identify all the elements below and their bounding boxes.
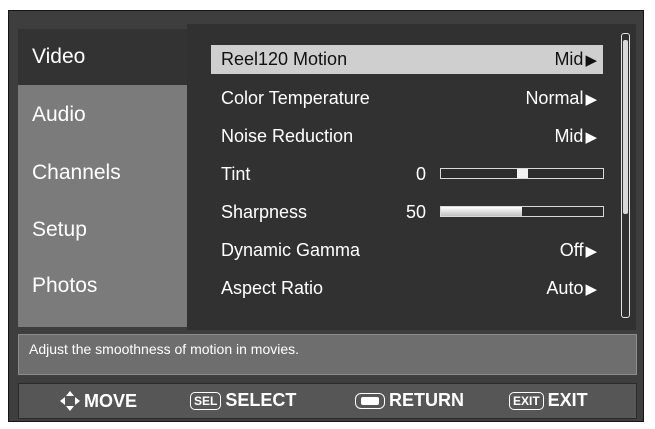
sel-key-icon: SEL <box>190 391 222 410</box>
dpad-icon <box>60 391 80 411</box>
setting-value: Mid ▶ <box>554 49 597 69</box>
sidebar-item-label: Setup <box>32 218 87 241</box>
move-hint: MOVE <box>59 390 137 412</box>
setting-noise-reduction[interactable]: Noise Reduction Mid ▶ <box>211 122 603 151</box>
setting-label: Sharpness <box>221 202 308 222</box>
settings-scrollbar[interactable] <box>621 33 630 318</box>
help-text-bar: Adjust the smoothness of motion in movie… <box>18 334 637 375</box>
setting-value: Mid ▶ <box>554 126 597 146</box>
menu-sidebar: Video Audio Channels Setup Photos <box>18 29 187 327</box>
select-hint: SEL SELECT <box>190 390 296 411</box>
setting-label: Noise Reduction <box>221 126 354 146</box>
exit-label: EXIT <box>547 390 588 410</box>
setting-sharpness[interactable]: Sharpness 50 <box>211 198 604 227</box>
sharpness-slider[interactable] <box>440 206 604 217</box>
setting-color-temperature[interactable]: Color Temperature Normal ▶ <box>211 84 603 113</box>
move-label: MOVE <box>84 390 138 411</box>
sidebar-item-photos[interactable]: Photos <box>18 260 187 312</box>
sidebar-item-label: Photos <box>32 274 98 297</box>
help-text: Adjust the smoothness of motion in movie… <box>29 341 300 357</box>
sidebar-item-video[interactable]: Video <box>18 29 187 85</box>
setting-tint[interactable]: Tint 0 <box>211 160 604 189</box>
return-label: RETURN <box>389 390 464 410</box>
arrow-right-icon: ▶ <box>585 91 597 108</box>
sidebar-item-label: Channels <box>32 160 121 184</box>
arrow-right-icon: ▶ <box>585 243 597 260</box>
button-hint-bar: MOVE SEL SELECT RETURN EXIT EXIT <box>18 383 637 419</box>
setting-label: Aspect Ratio <box>221 278 324 298</box>
setting-value: 50 <box>405 202 426 222</box>
setting-value: Auto ▶ <box>546 278 597 298</box>
arrow-right-icon: ▶ <box>585 52 597 69</box>
select-label: SELECT <box>225 390 297 410</box>
sidebar-item-audio[interactable]: Audio <box>18 85 187 145</box>
sidebar-item-label: Audio <box>32 103 86 126</box>
setting-value: Normal ▶ <box>525 88 597 108</box>
tint-slider[interactable] <box>440 168 604 179</box>
setting-aspect-ratio[interactable]: Aspect Ratio Auto ▶ <box>211 274 603 303</box>
setting-reel120-motion[interactable]: Reel120 Motion Mid ▶ <box>211 45 603 74</box>
scrollbar-thumb[interactable] <box>623 40 628 214</box>
sidebar-item-channels[interactable]: Channels <box>18 145 187 200</box>
arrow-right-icon: ▶ <box>585 129 597 146</box>
sidebar-item-setup[interactable]: Setup <box>18 200 187 260</box>
setting-dynamic-gamma[interactable]: Dynamic Gamma Off ▶ <box>211 236 603 265</box>
slider-fill <box>441 207 522 216</box>
setting-label: Color Temperature <box>221 88 370 108</box>
setting-value: 0 <box>415 164 426 184</box>
return-key-icon <box>355 392 385 409</box>
arrow-right-icon: ▶ <box>585 281 597 298</box>
settings-panel: Reel120 Motion Mid ▶ Color Temperature No… <box>187 24 636 330</box>
exit-key-icon: EXIT <box>509 391 544 410</box>
sidebar-item-label: Video <box>32 45 86 68</box>
setting-label: Reel120 Motion <box>221 49 348 69</box>
slider-knob[interactable] <box>517 169 528 178</box>
setting-label: Tint <box>221 164 251 184</box>
setting-label: Dynamic Gamma <box>221 240 361 260</box>
exit-hint: EXIT EXIT <box>509 390 588 411</box>
setting-value: Off ▶ <box>559 240 597 260</box>
return-hint: RETURN <box>355 390 464 411</box>
